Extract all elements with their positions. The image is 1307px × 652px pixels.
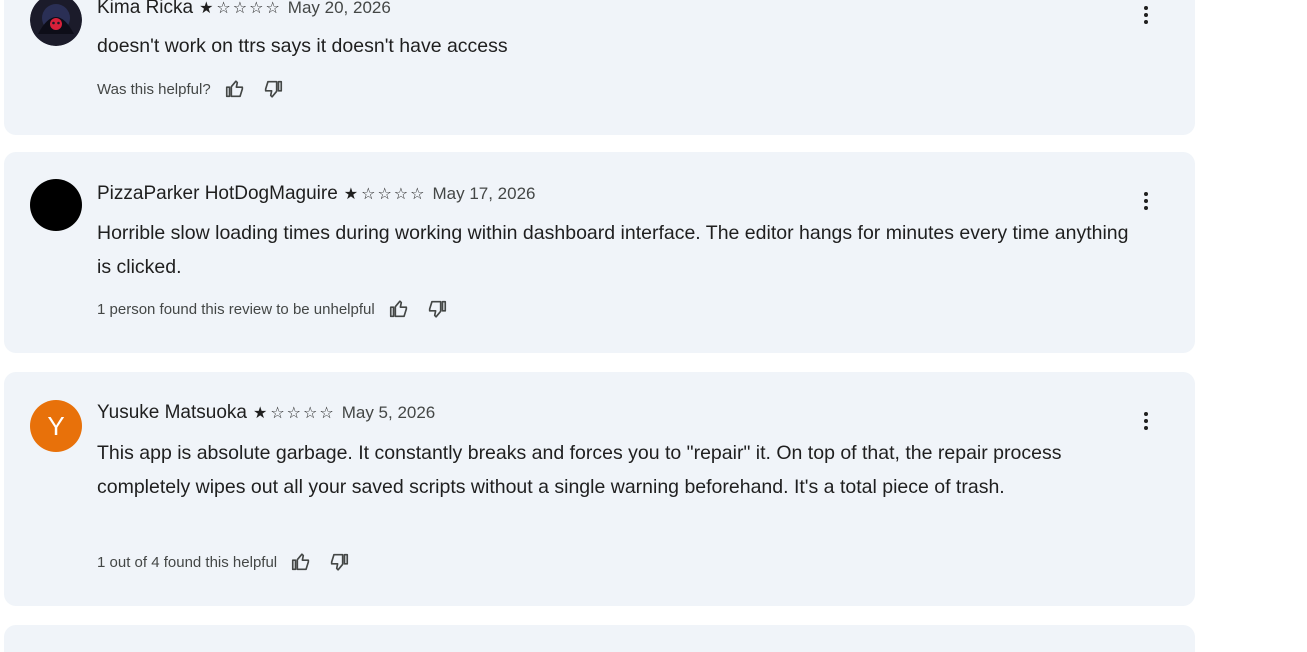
star-filled-icon: ★: [343, 186, 362, 203]
star-rating: ★☆☆☆☆: [344, 184, 427, 204]
avatar: [30, 179, 82, 231]
thumb-up-button[interactable]: [287, 548, 315, 576]
review-header: Yusuke Matsuoka ★☆☆☆☆ May 5, 2026: [97, 402, 435, 424]
helpful-text: Was this helpful?: [97, 80, 211, 98]
more-options-button[interactable]: [1134, 186, 1158, 216]
avatar: [30, 0, 82, 46]
thumb-up-icon: [292, 553, 310, 571]
helpful-row: 1 person found this review to be unhelpf…: [97, 295, 451, 323]
review-card: Kima Ricka ★☆☆☆☆ May 20, 2026 doesn't wo…: [4, 0, 1195, 135]
thumb-up-button[interactable]: [385, 295, 413, 323]
thumb-up-button[interactable]: [221, 75, 249, 103]
review-card: [4, 625, 1195, 652]
review-date: May 5, 2026: [341, 403, 436, 422]
thumb-down-icon: [264, 80, 282, 98]
review-date: May 20, 2026: [287, 0, 391, 17]
star-filled-icon: ★: [252, 405, 271, 422]
review-card: PizzaParker HotDogMaguire ★☆☆☆☆ May 17, …: [4, 152, 1195, 353]
review-date: May 17, 2026: [432, 184, 536, 203]
more-options-button[interactable]: [1134, 0, 1158, 30]
review-text: Horrible slow loading times during worki…: [97, 222, 1129, 278]
star-empty-icon: ☆☆☆☆: [216, 0, 282, 17]
thumb-up-icon: [389, 300, 407, 318]
author-name: PizzaParker HotDogMaguire: [97, 183, 338, 204]
thumb-up-icon: [225, 80, 243, 98]
star-rating: ★☆☆☆☆: [253, 403, 336, 423]
star-empty-icon: ☆☆☆☆: [270, 405, 336, 422]
thumb-down-button[interactable]: [325, 548, 353, 576]
author-name: Kima Ricka: [97, 0, 194, 18]
helpful-text: 1 person found this review to be unhelpf…: [97, 300, 375, 318]
star-empty-icon: ☆☆☆☆: [361, 186, 427, 203]
more-options-button[interactable]: [1134, 406, 1158, 436]
review-text: doesn't work on ttrs says it doesn't hav…: [97, 35, 508, 57]
thumb-down-icon: [428, 300, 446, 318]
avatar-letter: Y: [47, 410, 65, 441]
more-vert-icon: [1144, 412, 1148, 416]
review-header: PizzaParker HotDogMaguire ★☆☆☆☆ May 17, …: [97, 183, 536, 205]
more-vert-icon: [1144, 6, 1148, 10]
helpful-row: 1 out of 4 found this helpful: [97, 548, 353, 576]
author-name: Yusuke Matsuoka: [97, 402, 247, 423]
thumb-down-icon: [330, 553, 349, 571]
helpful-text: 1 out of 4 found this helpful: [97, 553, 278, 571]
more-vert-icon: [1144, 192, 1148, 196]
star-rating: ★☆☆☆☆: [199, 0, 282, 18]
helpful-row: Was this helpful?: [97, 75, 287, 103]
avatar-image-icon: [30, 0, 82, 46]
thumb-down-button[interactable]: [423, 295, 451, 323]
thumb-down-button[interactable]: [259, 75, 287, 103]
star-filled-icon: ★: [199, 0, 217, 17]
review-card: Y Yusuke Matsuoka ★☆☆☆☆ May 5, 2026 This…: [4, 372, 1195, 606]
review-header: Kima Ricka ★☆☆☆☆ May 20, 2026: [97, 0, 391, 19]
avatar: Y: [30, 400, 82, 452]
review-text: This app is absolute garbage. It constan…: [97, 442, 1062, 498]
